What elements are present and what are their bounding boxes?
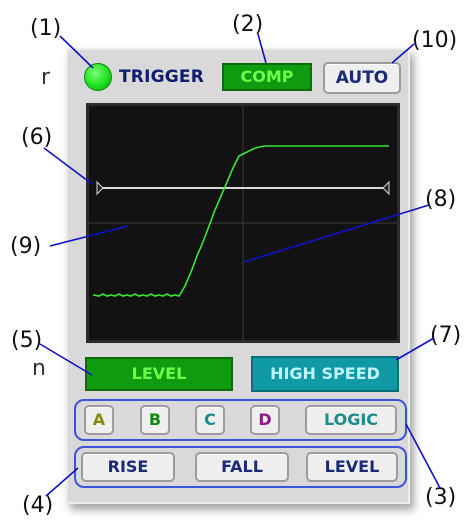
callout-10: (10)	[412, 28, 458, 53]
signal-trace	[92, 145, 389, 297]
trigger-status-led	[84, 63, 112, 91]
scope-graph	[89, 106, 397, 340]
callout-9: (9)	[10, 234, 42, 259]
channel-b-button[interactable]: B	[140, 405, 170, 435]
rise-button[interactable]: RISE	[81, 452, 175, 482]
fall-button[interactable]: FALL	[195, 452, 289, 482]
callout-2: (2)	[232, 12, 264, 37]
comp-indicator[interactable]: COMP	[222, 63, 312, 91]
trigger-label: TRIGGER	[119, 67, 205, 87]
channel-c-button[interactable]: C	[195, 405, 225, 435]
callout-7: (7)	[430, 323, 462, 348]
scope-display	[86, 103, 400, 343]
edge-level-button[interactable]: LEVEL	[306, 452, 398, 482]
auto-button[interactable]: AUTO	[323, 62, 401, 94]
logic-button[interactable]: LOGIC	[305, 405, 397, 435]
channel-a-button[interactable]: A	[84, 405, 114, 435]
leader-line-3	[405, 423, 441, 489]
cropped-text-n: n	[32, 356, 46, 381]
level-mode-indicator[interactable]: LEVEL	[84, 356, 234, 392]
trigger-right-marker-icon[interactable]	[382, 180, 390, 196]
trigger-left-marker-icon[interactable]	[96, 180, 104, 196]
callout-3: (3)	[425, 485, 457, 510]
callout-8: (8)	[425, 187, 457, 212]
callout-5: (5)	[11, 328, 43, 353]
callout-6: (6)	[21, 125, 53, 150]
channel-d-button[interactable]: D	[250, 405, 280, 435]
callout-1: (1)	[30, 16, 62, 41]
high-speed-mode-indicator[interactable]: HIGH SPEED	[251, 356, 399, 392]
cropped-text-r: r	[41, 65, 51, 90]
callout-4: (4)	[22, 493, 54, 518]
